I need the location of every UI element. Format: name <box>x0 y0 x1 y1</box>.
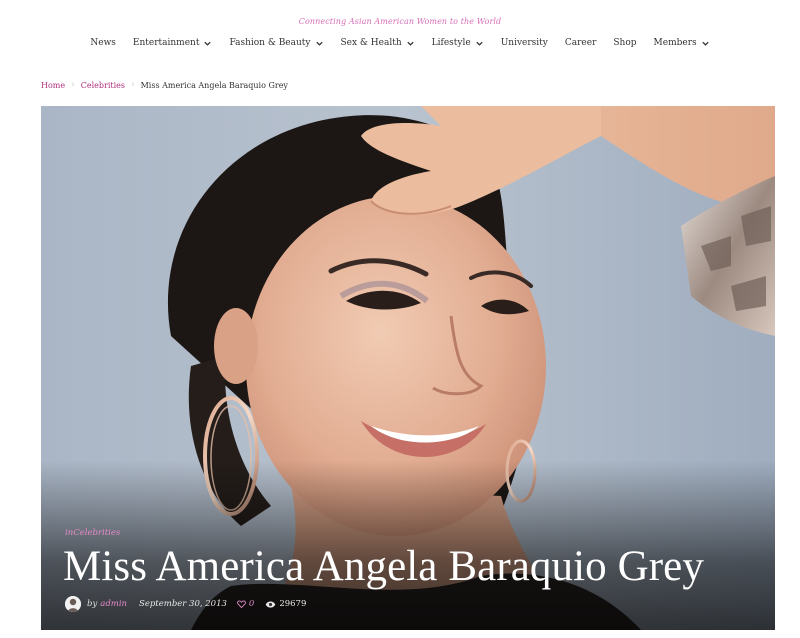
avatar[interactable] <box>65 596 81 612</box>
nav-item-career[interactable]: Career <box>556 38 605 48</box>
category-link[interactable]: Celebrities <box>73 528 120 538</box>
nav-item-lifestyle[interactable]: Lifestyle <box>423 38 492 48</box>
chevron-down-icon <box>315 41 323 46</box>
post-date: September 30, 2013 <box>139 599 227 609</box>
nav-item-label: Lifestyle <box>431 38 471 48</box>
chevron-down-icon <box>701 41 709 46</box>
breadcrumb-separator: › <box>71 80 75 90</box>
like-count: 0 <box>248 599 255 609</box>
breadcrumb-category[interactable]: Celebrities <box>81 81 125 90</box>
nav-item-label: University <box>500 38 548 48</box>
chevron-down-icon <box>406 41 414 46</box>
main-nav: News Entertainment Fashion & Beauty Sex … <box>0 38 800 48</box>
nav-item-label: Members <box>653 38 697 48</box>
nav-item-label: Career <box>564 38 597 48</box>
nav-item-label: Sex & Health <box>340 38 402 48</box>
nav-item-label: News <box>90 38 116 48</box>
nav-item-label: Shop <box>613 38 637 48</box>
chevron-down-icon <box>476 41 483 46</box>
nav-item-fashion-beauty[interactable]: Fashion & Beauty <box>221 38 332 48</box>
eye-icon <box>266 600 276 608</box>
like-button[interactable]: 0 <box>237 599 254 609</box>
breadcrumb-current: Miss America Angela Baraquio Grey <box>140 80 288 90</box>
breadcrumb-separator: › <box>131 80 135 90</box>
byline-prefix: by <box>87 599 98 609</box>
featured-image: inCelebrities Miss America Angela Baraqu… <box>41 106 775 630</box>
post-meta: by admin September 30, 2013 0 29679 <box>65 596 306 612</box>
post-title: Miss America Angela Baraquio Grey <box>63 543 704 590</box>
author-avatar-icon <box>65 596 81 612</box>
heart-icon <box>237 600 246 608</box>
nav-item-university[interactable]: University <box>492 38 556 48</box>
view-count: 29679 <box>279 599 307 609</box>
nav-item-shop[interactable]: Shop <box>605 38 645 48</box>
breadcrumb-home[interactable]: Home <box>41 81 65 90</box>
nav-item-sex-health[interactable]: Sex & Health <box>332 38 423 48</box>
category-prefix: in <box>65 528 74 538</box>
nav-item-members[interactable]: Members <box>645 38 718 48</box>
post-category: inCelebrities <box>65 528 120 538</box>
nav-item-label: Fashion & Beauty <box>229 38 311 48</box>
view-counter: 29679 <box>265 599 306 609</box>
chevron-down-icon <box>204 41 212 46</box>
nav-item-entertainment[interactable]: Entertainment <box>124 38 221 48</box>
breadcrumb: Home › Celebrities › Miss America Angela… <box>41 80 288 90</box>
author-link[interactable]: admin <box>100 599 127 609</box>
site-tagline: Connecting Asian American Women to the W… <box>298 17 502 26</box>
nav-item-label: Entertainment <box>132 38 200 48</box>
nav-item-news[interactable]: News <box>82 38 125 48</box>
